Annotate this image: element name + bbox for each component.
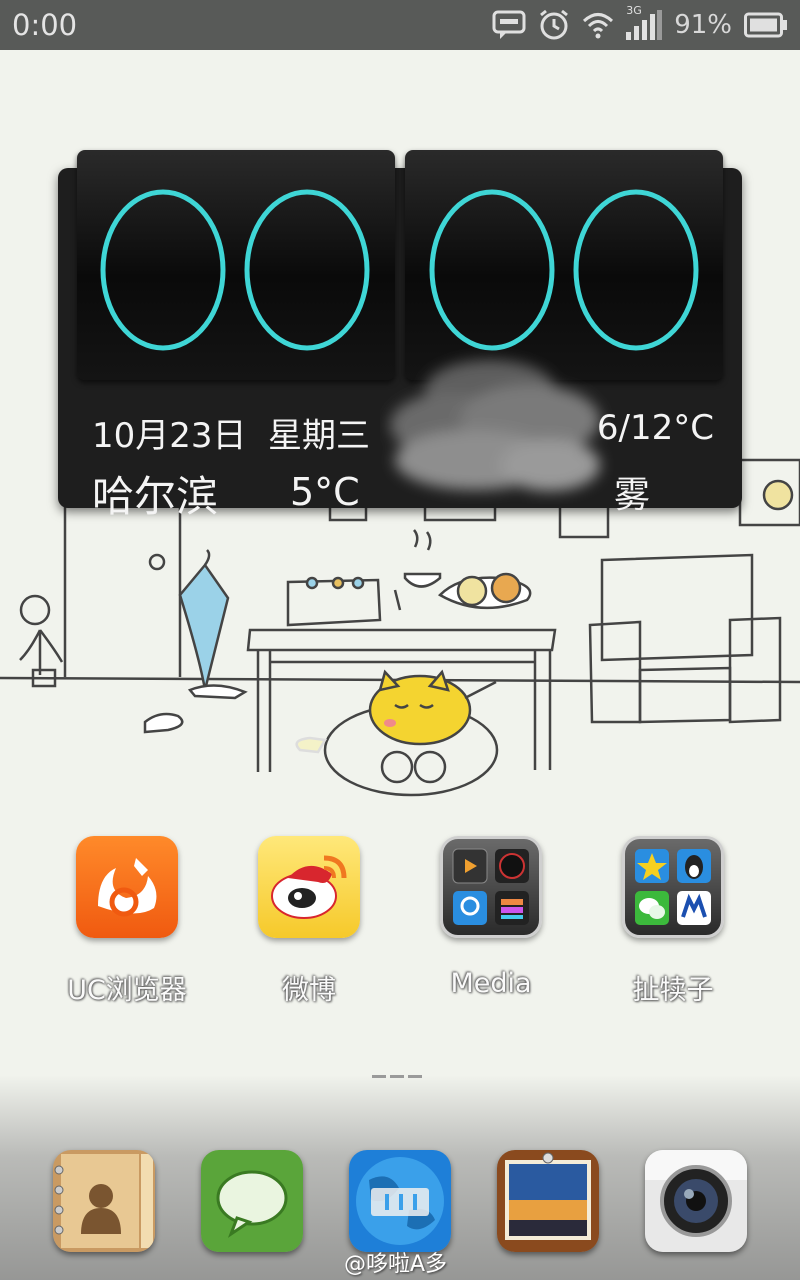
- app-label: Media: [450, 968, 532, 999]
- uc-browser-icon: [76, 836, 178, 938]
- clock-digit-1: [100, 189, 226, 351]
- widget-weekday: 星期三: [268, 416, 370, 456]
- social-folder-icon: [622, 836, 724, 938]
- app-label: 微博: [282, 975, 336, 1006]
- messages-icon[interactable]: [201, 1150, 303, 1252]
- clock-digit-2: [244, 189, 370, 351]
- browser-icon[interactable]: [349, 1150, 451, 1252]
- status-time: 0:00: [12, 8, 78, 42]
- clock-digits: [100, 189, 699, 351]
- fog-weather-icon: [390, 360, 600, 491]
- status-bar[interactable]: 0:00 3G 91%: [0, 0, 800, 50]
- app-weibo[interactable]: 微博: [229, 836, 389, 1007]
- message-notification-icon: [492, 10, 526, 40]
- widget-temperature: 5°C: [290, 470, 360, 514]
- camera-icon[interactable]: [645, 1150, 747, 1252]
- battery-percent: 91%: [674, 10, 732, 40]
- alarm-icon: [538, 9, 570, 41]
- gallery-icon[interactable]: [497, 1150, 599, 1252]
- watermark-text: @哆啦A多: [344, 1252, 448, 1277]
- wifi-icon: [582, 10, 614, 40]
- status-icons: 3G 91%: [492, 4, 788, 41]
- folder-media[interactable]: Media: [411, 836, 571, 999]
- app-uc-browser[interactable]: UC浏览器: [47, 836, 207, 1007]
- app-label: 扯犊子: [632, 975, 714, 1006]
- widget-city[interactable]: 哈尔滨: [92, 463, 218, 524]
- folder-social[interactable]: 扯犊子: [593, 836, 753, 1007]
- signal-icon: 3G: [626, 4, 663, 40]
- widget-date: 10月23日: [92, 416, 247, 456]
- weibo-icon: [258, 836, 360, 938]
- clock-digit-3: [429, 189, 555, 351]
- app-label: UC浏览器: [67, 975, 187, 1006]
- battery-icon: [744, 12, 788, 38]
- clock-digit-4: [573, 189, 699, 351]
- contacts-icon[interactable]: [53, 1150, 155, 1252]
- media-folder-icon: [440, 836, 542, 938]
- widget-temp-range: 6/12°C: [596, 408, 714, 448]
- network-type-label: 3G: [626, 4, 642, 17]
- widget-condition: 雾: [614, 475, 651, 516]
